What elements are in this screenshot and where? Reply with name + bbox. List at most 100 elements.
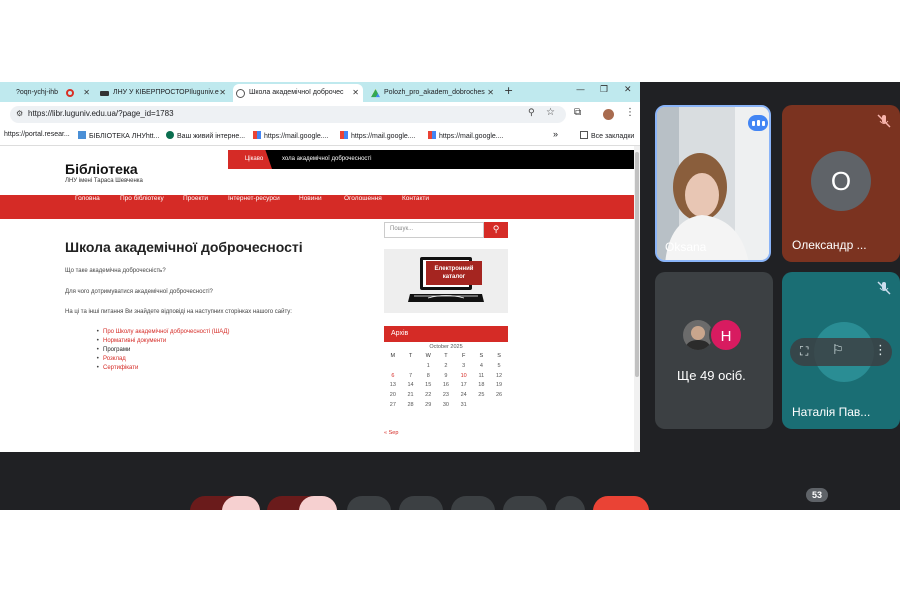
frame-icon[interactable]: ⛶ — [800, 344, 808, 359]
nav-item[interactable]: Про бібліотеку — [120, 195, 164, 219]
browser-menu-icon[interactable]: ⋮ — [625, 107, 635, 118]
participant-tile-oksana[interactable]: Oksana — [655, 105, 771, 262]
profile-avatar[interactable] — [603, 109, 614, 120]
pin-icon[interactable]: ⚐ — [832, 343, 844, 358]
calendar-day: 13 — [389, 382, 396, 389]
news-ticker: Цікаво хола академічної доброчесності — [228, 150, 634, 169]
close-icon[interactable]: ✕ — [352, 84, 359, 102]
tab-cyber[interactable]: ЛНУ У КІБЕРПРОСТОРІluguniv.e ✕ — [97, 84, 230, 102]
nav-item[interactable]: Головна — [75, 195, 100, 219]
new-tab-button[interactable]: + — [504, 84, 513, 97]
present-button[interactable] — [451, 496, 495, 510]
page-title: Школа академічної доброчесності — [65, 239, 303, 255]
close-icon[interactable]: ✕ — [83, 84, 90, 102]
folder-icon — [580, 131, 588, 139]
tab-academic-integrity[interactable]: Школа академічної доброчес ✕ — [233, 84, 363, 102]
link-certificates[interactable]: Сертифікати — [103, 365, 138, 371]
bookmark-item[interactable]: https://portal.resear... — [4, 131, 70, 138]
bookmark-label: https://mail.google.... — [439, 133, 504, 140]
tab-polozh[interactable]: Polozh_pro_akadem_dobroches ✕ — [368, 84, 498, 102]
tab-strip: ?oqn-ychj-ihb ✕ ЛНУ У КІБЕРПРОСТОРІlugun… — [0, 82, 640, 102]
calendar-day: 19 — [495, 382, 503, 389]
calendar-day: 31 — [460, 401, 467, 408]
recording-icon — [66, 89, 74, 97]
raise-hand-button[interactable] — [503, 496, 547, 510]
minimize-icon[interactable]: — — [576, 85, 585, 95]
ticker-text[interactable]: хола академічної доброчесності — [282, 150, 372, 169]
nav-item[interactable]: Оголошення — [344, 195, 382, 219]
bookmark-item[interactable]: https://mail.google.... — [340, 131, 416, 140]
bookmark-item[interactable]: https://mail.google.... — [253, 131, 329, 140]
avatar: H — [709, 318, 743, 352]
meet-screen: ?oqn-ychj-ihb ✕ ЛНУ У КІБЕРПРОСТОРІlugun… — [0, 82, 900, 510]
calendar-day: 2 — [444, 362, 448, 369]
link-schedule[interactable]: Розклад — [103, 356, 126, 362]
others-tile[interactable]: H Ще 49 осіб. — [655, 272, 773, 429]
link-school[interactable]: Про Школу академічної доброчесності (ШАД… — [103, 329, 230, 335]
site-icon — [166, 131, 174, 139]
site-subtitle: ЛНУ імені Тараса Шевченка — [65, 178, 143, 184]
bookmarks-bar: https://portal.resear... БІБЛІОТЕКА ЛНУh… — [0, 127, 640, 146]
close-icon[interactable]: ✕ — [487, 84, 494, 102]
calendar-day: 14 — [407, 382, 414, 389]
more-options-icon[interactable]: ⋮ — [874, 343, 887, 358]
calendar-prev-link[interactable]: « Sep — [384, 430, 398, 436]
calendar-day: 26 — [495, 392, 503, 399]
more-options-button[interactable] — [555, 496, 585, 510]
nav-item[interactable]: Інтернет-ресурси — [228, 195, 280, 219]
link-documents[interactable]: Нормативні документи — [103, 338, 166, 344]
nav-item[interactable]: Новини — [299, 195, 322, 219]
calendar-weekday: W — [425, 353, 431, 359]
library-icon — [78, 131, 86, 139]
site-info-icon[interactable]: ⚙ — [16, 109, 23, 118]
leave-call-button[interactable] — [593, 496, 649, 510]
close-icon[interactable]: ✕ — [219, 84, 226, 102]
tab-meet[interactable]: ?oqn-ychj-ihb ✕ — [0, 84, 92, 102]
nav-item[interactable]: Контакти — [402, 195, 429, 219]
scrollbar-thumb[interactable] — [635, 152, 639, 377]
search-button[interactable]: ⚲ — [484, 222, 508, 238]
search-input[interactable]: Пошук... — [384, 222, 484, 238]
bookmark-item[interactable]: https://mail.google.... — [428, 131, 504, 140]
participant-tile-oleksandr[interactable]: О Олександр ... — [782, 105, 900, 262]
more-bookmarks-icon[interactable]: » — [553, 129, 558, 139]
bookmark-item[interactable]: Ваш живий інтерне... — [166, 131, 245, 140]
page-scrollbar[interactable] — [634, 146, 640, 452]
all-bookmarks-label: Все закладки — [591, 133, 635, 140]
bookmark-star-icon[interactable]: ☆ — [546, 107, 555, 118]
omnibox[interactable]: ⚙ https://libr.luguniv.edu.ua/?page_id=1… — [10, 106, 566, 123]
captions-button[interactable] — [347, 496, 391, 510]
participant-tile-nataliia[interactable]: ⛶ ⚐ ⋮ Наталія Пав... — [782, 272, 900, 429]
calendar-day[interactable]: 6 — [384, 373, 402, 379]
camera-button[interactable] — [267, 496, 337, 510]
tab-title: ?oqn-ychj-ihb — [16, 89, 59, 96]
others-label: Ще 49 осіб. — [677, 368, 746, 383]
site-title[interactable]: Бібліотека — [65, 161, 138, 177]
calendar-weekday: S — [497, 353, 501, 359]
calendar-weekday: S — [479, 353, 484, 359]
calendar-weekday: M — [390, 353, 396, 359]
nav-item[interactable]: Проекти — [183, 195, 208, 219]
emoji-button[interactable] — [399, 496, 443, 510]
letterbox-top — [0, 0, 900, 82]
bookmark-label: Ваш живий інтерне... — [177, 133, 246, 140]
catalog-label: Електронний каталог — [426, 261, 482, 285]
calendar-week-row: 6 7 8 9 10 11 12 — [384, 373, 508, 383]
bookmark-item[interactable]: БІБЛІОТЕКА ЛНУhtt... — [78, 131, 159, 140]
letterbox-bottom — [0, 510, 900, 600]
extensions-icon[interactable]: ⧉ — [574, 107, 581, 118]
close-window-icon[interactable]: ✕ — [624, 85, 632, 95]
catalog-banner[interactable]: Електронний каталог — [384, 249, 508, 313]
all-bookmarks[interactable]: Все закладки — [580, 131, 634, 140]
calendar-day: 18 — [478, 382, 485, 389]
zoom-icon[interactable]: ⚲ — [528, 108, 535, 118]
calendar-day[interactable]: 10 — [455, 373, 473, 379]
mic-button[interactable] — [190, 496, 260, 510]
calendar-day: 1 — [426, 362, 430, 369]
graduation-cap-icon — [100, 91, 109, 96]
main-nav: Головна Про бібліотеку Проекти Інтернет-… — [0, 195, 634, 219]
bullet: • — [96, 364, 100, 371]
maximize-icon[interactable]: ❐ — [600, 85, 608, 95]
url-text[interactable]: https://libr.luguniv.edu.ua/?page_id=178… — [28, 109, 174, 118]
link-programs[interactable]: Програми — [103, 347, 130, 353]
